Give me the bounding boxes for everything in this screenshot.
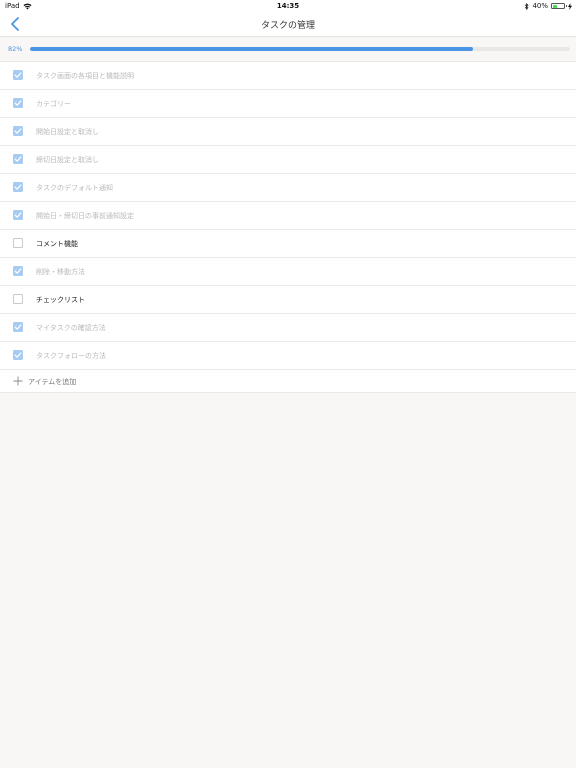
- checklist-item-label: 締切日設定と取消し: [36, 156, 99, 164]
- checkmark-icon: [14, 128, 22, 134]
- checklist-item-label: マイタスクの確認方法: [36, 324, 106, 332]
- checkmark-icon: [14, 268, 22, 274]
- battery-icon: [551, 3, 567, 9]
- checklist-item[interactable]: カテゴリー: [0, 90, 576, 118]
- checklist-item-label: コメント機能: [36, 240, 78, 248]
- checkmark-icon: [14, 72, 22, 78]
- checklist-item[interactable]: マイタスクの確認方法: [0, 314, 576, 342]
- checkbox-checked[interactable]: [13, 322, 23, 332]
- battery-percent: 40%: [532, 2, 548, 10]
- checkbox-checked[interactable]: [13, 350, 23, 360]
- checklist-item[interactable]: 削除・移動方法: [0, 258, 576, 286]
- checklist-item[interactable]: 開始日・締切日の事前通知設定: [0, 202, 576, 230]
- checkmark-icon: [14, 156, 22, 162]
- checkmark-icon: [14, 184, 22, 190]
- checklist-item[interactable]: 締切日設定と取消し: [0, 146, 576, 174]
- checklist-item-label: チェックリスト: [36, 296, 85, 304]
- checklist-item-label: 開始日・締切日の事前通知設定: [36, 212, 134, 220]
- checklist-item[interactable]: 開始日設定と取消し: [0, 118, 576, 146]
- checklist-item-label: タスク画面の各項目と機能説明: [36, 72, 134, 80]
- checkbox-checked[interactable]: [13, 126, 23, 136]
- checklist-item-label: カテゴリー: [36, 100, 71, 108]
- progress-section: 82%: [0, 37, 576, 61]
- checkbox-checked[interactable]: [13, 210, 23, 220]
- checkbox-checked[interactable]: [13, 98, 23, 108]
- checklist-item[interactable]: タスク画面の各項目と機能説明: [0, 62, 576, 90]
- checklist-item-label: タスクのデフォルト通知: [36, 184, 113, 192]
- page-title: タスクの管理: [260, 21, 315, 31]
- checkmark-icon: [14, 352, 22, 358]
- checklist-item-label: 削除・移動方法: [36, 268, 85, 276]
- checklist-item[interactable]: チェックリスト: [0, 286, 576, 314]
- status-bar: iPad 14:35 40%: [0, 0, 576, 12]
- checkbox-checked[interactable]: [13, 266, 23, 276]
- checklist-items: タスク画面の各項目と機能説明 カテゴリー 開始日設定と取消し 締切日設定と取消し タスク…: [0, 62, 576, 370]
- progress-percent: 82%: [8, 45, 23, 53]
- status-bar-right: 40%: [524, 2, 572, 10]
- status-time: 14:35: [276, 2, 300, 10]
- checkbox-checked[interactable]: [13, 182, 23, 192]
- navigation-bar: タスクの管理: [0, 12, 576, 37]
- plus-icon: [13, 376, 23, 386]
- checklist-item-label: タスクフォローの方法: [36, 352, 106, 360]
- checkbox-unchecked[interactable]: [13, 294, 23, 304]
- checkbox-unchecked[interactable]: [13, 238, 23, 248]
- battery-level: [552, 4, 557, 8]
- checklist-item[interactable]: タスクのデフォルト通知: [0, 174, 576, 202]
- checkbox-checked[interactable]: [13, 154, 23, 164]
- checkmark-icon: [14, 100, 22, 106]
- checklist-item[interactable]: タスクフォローの方法: [0, 342, 576, 370]
- add-item-label: アイテムを追加: [28, 378, 77, 386]
- progress-bar: [30, 47, 570, 51]
- checkmark-icon: [14, 324, 22, 330]
- charging-bolt-icon: [568, 2, 572, 10]
- checkmark-icon: [14, 212, 22, 218]
- bluetooth-icon: [525, 2, 529, 10]
- checklist-item[interactable]: コメント機能: [0, 230, 576, 258]
- checkbox-checked[interactable]: [13, 70, 23, 80]
- progress-bar-fill: [30, 47, 473, 51]
- checklist: タスク画面の各項目と機能説明 カテゴリー 開始日設定と取消し 締切日設定と取消し タスク…: [0, 61, 576, 393]
- add-item-button[interactable]: アイテムを追加: [0, 370, 576, 393]
- checklist-item-label: 開始日設定と取消し: [36, 128, 99, 136]
